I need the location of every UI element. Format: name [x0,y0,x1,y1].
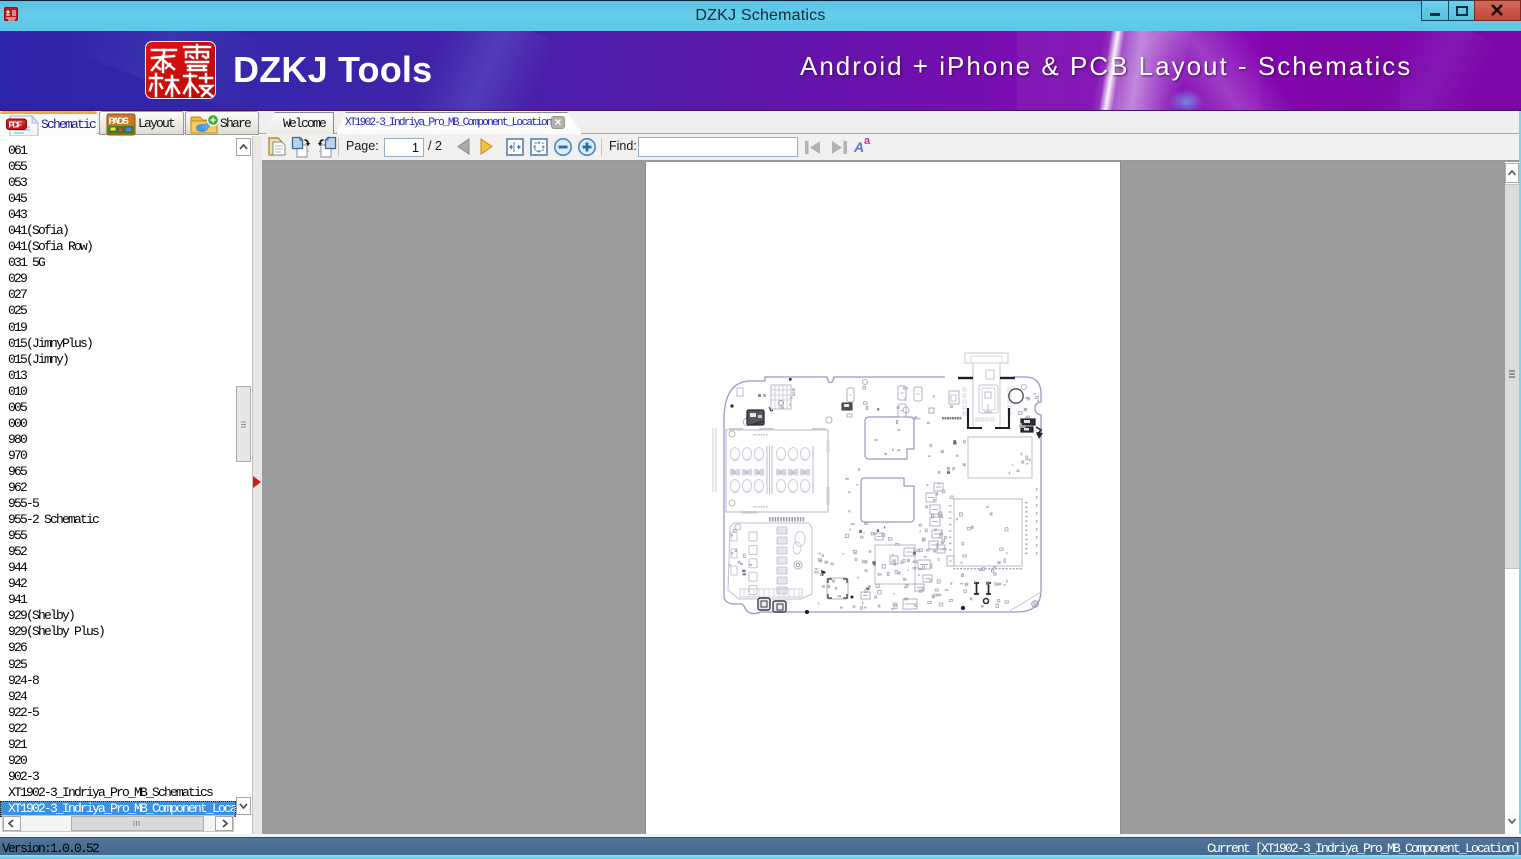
svg-text:PADS: PADS [109,116,129,127]
svg-text:PDF: PDF [9,120,22,130]
